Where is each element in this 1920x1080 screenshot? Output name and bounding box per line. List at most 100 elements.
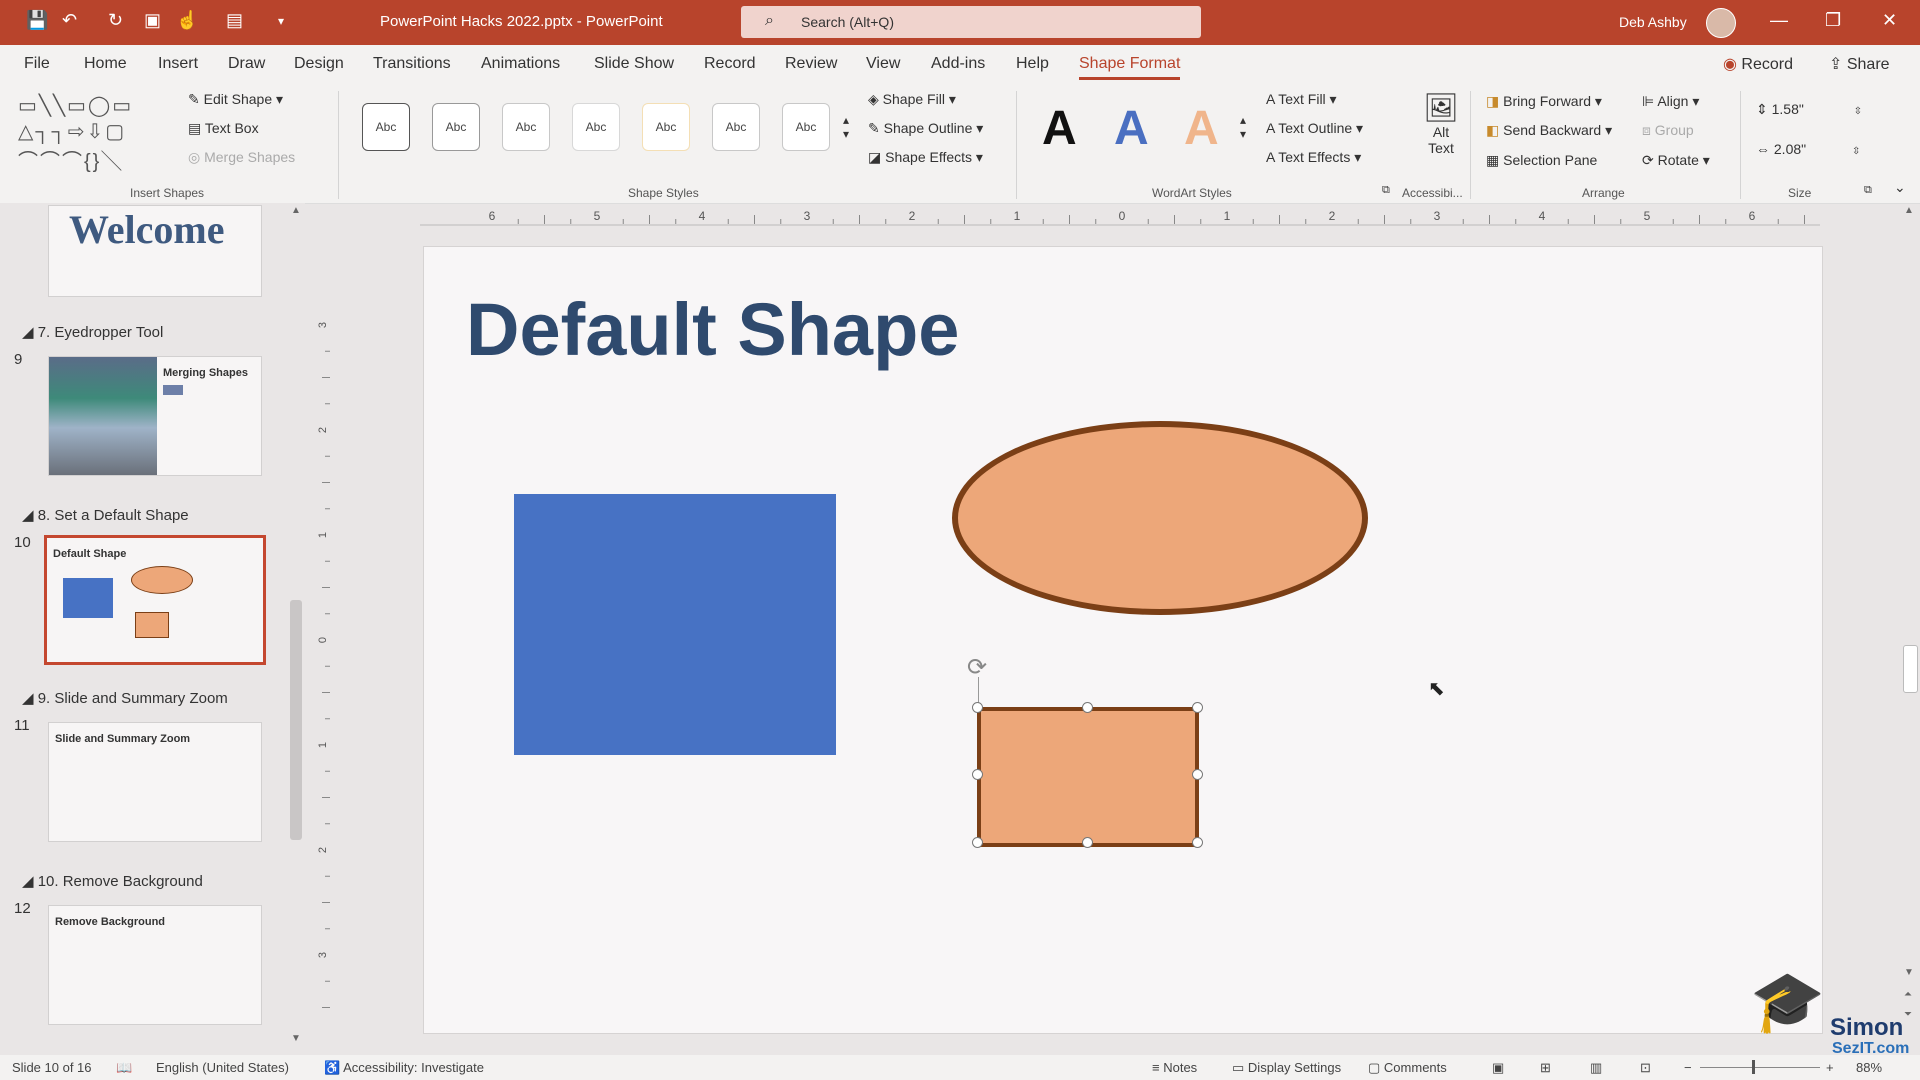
text-effects-button[interactable]: A Text Effects ▾: [1266, 149, 1361, 166]
shape-gallery-row2[interactable]: △┐┐⇨⇩▢: [18, 119, 126, 144]
tab-insert[interactable]: Insert: [158, 55, 198, 73]
scroll-down-icon[interactable]: ▼: [291, 1033, 301, 1044]
redo-icon[interactable]: ↻: [108, 10, 123, 31]
tab-home[interactable]: Home: [84, 55, 127, 73]
width-spinner-icon[interactable]: ⇳: [1852, 146, 1860, 157]
slide-thumbnail-12[interactable]: Remove Background: [48, 905, 262, 1025]
notes-button[interactable]: ≡ Notes: [1152, 1060, 1197, 1075]
slides-panel-scrollbar[interactable]: ▲ ▼: [288, 205, 306, 1045]
slide-sorter-icon[interactable]: ⊞: [1540, 1060, 1551, 1076]
section-remove-background[interactable]: ◢ 10. Remove Background: [22, 872, 203, 890]
shape-style-3[interactable]: Abc: [502, 103, 550, 151]
resize-handle[interactable]: [972, 769, 983, 780]
search-box[interactable]: ⌕ Search (Alt+Q): [741, 6, 1201, 38]
wordart-launcher-icon[interactable]: ⧉: [1382, 184, 1390, 197]
align-button[interactable]: ⊫ Align ▾: [1642, 93, 1699, 110]
undo-icon[interactable]: ↶: [62, 10, 77, 31]
shape-outline-button[interactable]: ✎ Shape Outline ▾: [868, 120, 983, 137]
send-backward-button[interactable]: ◧ Send Backward ▾: [1486, 122, 1612, 139]
zoom-out-icon[interactable]: −: [1684, 1060, 1692, 1075]
display-settings-button[interactable]: ▭ Display Settings: [1232, 1060, 1341, 1076]
orange-oval-shape[interactable]: [952, 421, 1368, 615]
wordart-more-icon[interactable]: ▴ ▾: [1240, 113, 1246, 141]
merge-shapes-button[interactable]: ◎ Merge Shapes: [188, 149, 295, 166]
group-button[interactable]: ⧈ Group: [1642, 122, 1694, 139]
tab-shape-format[interactable]: Shape Format: [1079, 55, 1181, 80]
resize-handle[interactable]: [972, 702, 983, 713]
scroll-up-icon[interactable]: ▲: [291, 205, 301, 216]
spelling-icon[interactable]: 📖: [116, 1060, 132, 1076]
close-button[interactable]: ✕: [1882, 10, 1897, 31]
tab-record[interactable]: Record: [704, 55, 756, 73]
size-launcher-icon[interactable]: ⧉: [1864, 184, 1872, 197]
alt-text-button[interactable]: 🖼 Alt Text: [1416, 91, 1466, 156]
accessibility-status[interactable]: ♿ Accessibility: Investigate: [324, 1060, 484, 1076]
touch-mode-icon[interactable]: ☝: [176, 10, 198, 31]
section-default-shape[interactable]: ◢ 8. Set a Default Shape: [22, 506, 189, 524]
normal-view-icon[interactable]: ▣: [1492, 1060, 1504, 1076]
text-outline-button[interactable]: A Text Outline ▾: [1266, 120, 1363, 137]
collapse-ribbon-icon[interactable]: ⌄: [1894, 179, 1906, 196]
rotate-button[interactable]: ⟳ Rotate ▾: [1642, 152, 1710, 169]
height-spinner-icon[interactable]: ⇳: [1854, 106, 1862, 117]
tab-review[interactable]: Review: [785, 55, 837, 73]
height-field[interactable]: ⇕ 1.58" ⇳: [1756, 101, 1862, 118]
scrollbar-thumb[interactable]: [290, 600, 302, 840]
edit-shape-button[interactable]: ✎ Edit Shape ▾: [188, 91, 283, 108]
text-fill-button[interactable]: A Text Fill ▾: [1266, 91, 1337, 108]
shape-style-5[interactable]: Abc: [642, 103, 690, 151]
bring-forward-button[interactable]: ◨ Bring Forward ▾: [1486, 93, 1602, 110]
resize-handle[interactable]: [972, 837, 983, 848]
avatar[interactable]: [1706, 8, 1736, 38]
resize-handle[interactable]: [1082, 702, 1093, 713]
canvas-scrollbar[interactable]: ▲ ▼ ⏶ ⏷: [1900, 205, 1920, 1050]
language-indicator[interactable]: English (United States): [156, 1060, 289, 1075]
restore-button[interactable]: ❐: [1825, 10, 1841, 31]
shape-style-1[interactable]: Abc: [362, 103, 410, 151]
tab-help[interactable]: Help: [1016, 55, 1049, 73]
comments-button[interactable]: ▢ Comments: [1368, 1060, 1447, 1076]
wordart-black-a[interactable]: A: [1042, 101, 1077, 156]
tab-draw[interactable]: Draw: [228, 55, 265, 73]
blue-rectangle-shape[interactable]: [514, 494, 836, 755]
wordart-orange-a[interactable]: A: [1184, 101, 1219, 156]
share-button[interactable]: ⇪ Share: [1829, 54, 1890, 74]
tab-animations[interactable]: Animations: [481, 55, 560, 73]
slide-canvas[interactable]: Default Shape ⟳: [423, 246, 1823, 1034]
section-eyedropper[interactable]: ◢ 7. Eyedropper Tool: [22, 323, 163, 341]
resize-handle[interactable]: [1082, 837, 1093, 848]
wordart-blue-a[interactable]: A: [1114, 101, 1149, 156]
width-field[interactable]: ⇔ 2.08" ⇳: [1756, 141, 1860, 157]
resize-handle[interactable]: [1192, 769, 1203, 780]
shape-style-4[interactable]: Abc: [572, 103, 620, 151]
shape-style-2[interactable]: Abc: [432, 103, 480, 151]
slide-show-view-icon[interactable]: ⊡: [1640, 1060, 1651, 1076]
slide-thumbnail-10[interactable]: Default Shape: [44, 535, 266, 665]
resize-handle[interactable]: [1192, 702, 1203, 713]
tab-design[interactable]: Design: [294, 55, 344, 73]
resize-handle[interactable]: [1192, 837, 1203, 848]
tab-file[interactable]: File: [24, 55, 50, 73]
text-box-button[interactable]: ▤ Text Box: [188, 120, 259, 137]
tab-transitions[interactable]: Transitions: [373, 55, 451, 73]
reading-view-icon[interactable]: ▥: [1590, 1060, 1602, 1076]
save-icon[interactable]: 💾: [26, 10, 48, 31]
scroll-up-icon[interactable]: ▲: [1904, 205, 1914, 216]
orange-rectangle-shape-selected[interactable]: [977, 707, 1199, 847]
tab-add-ins[interactable]: Add-ins: [931, 55, 985, 73]
shape-gallery-row1[interactable]: ▭╲╲▭◯▭: [18, 93, 133, 118]
selection-pane-button[interactable]: ▦ Selection Pane: [1486, 152, 1597, 169]
layout-icon[interactable]: ▤: [226, 10, 243, 31]
slide-thumbnail-11[interactable]: Slide and Summary Zoom: [48, 722, 262, 842]
shape-fill-button[interactable]: ◈ Shape Fill ▾: [868, 91, 956, 108]
customize-qat-icon[interactable]: ▾: [278, 14, 284, 28]
tab-slide-show[interactable]: Slide Show: [594, 55, 674, 73]
slide-title[interactable]: Default Shape: [466, 287, 959, 372]
shape-gallery-row3[interactable]: ⌒⌒⌒{}╲: [18, 145, 123, 174]
shape-style-7[interactable]: Abc: [782, 103, 830, 151]
shape-style-6[interactable]: Abc: [712, 103, 760, 151]
slide-thumbnail-9[interactable]: Merging Shapes: [48, 356, 262, 476]
scrollbar-thumb[interactable]: [1903, 645, 1918, 693]
shape-effects-button[interactable]: ◪ Shape Effects ▾: [868, 149, 983, 166]
minimize-button[interactable]: —: [1770, 10, 1788, 31]
